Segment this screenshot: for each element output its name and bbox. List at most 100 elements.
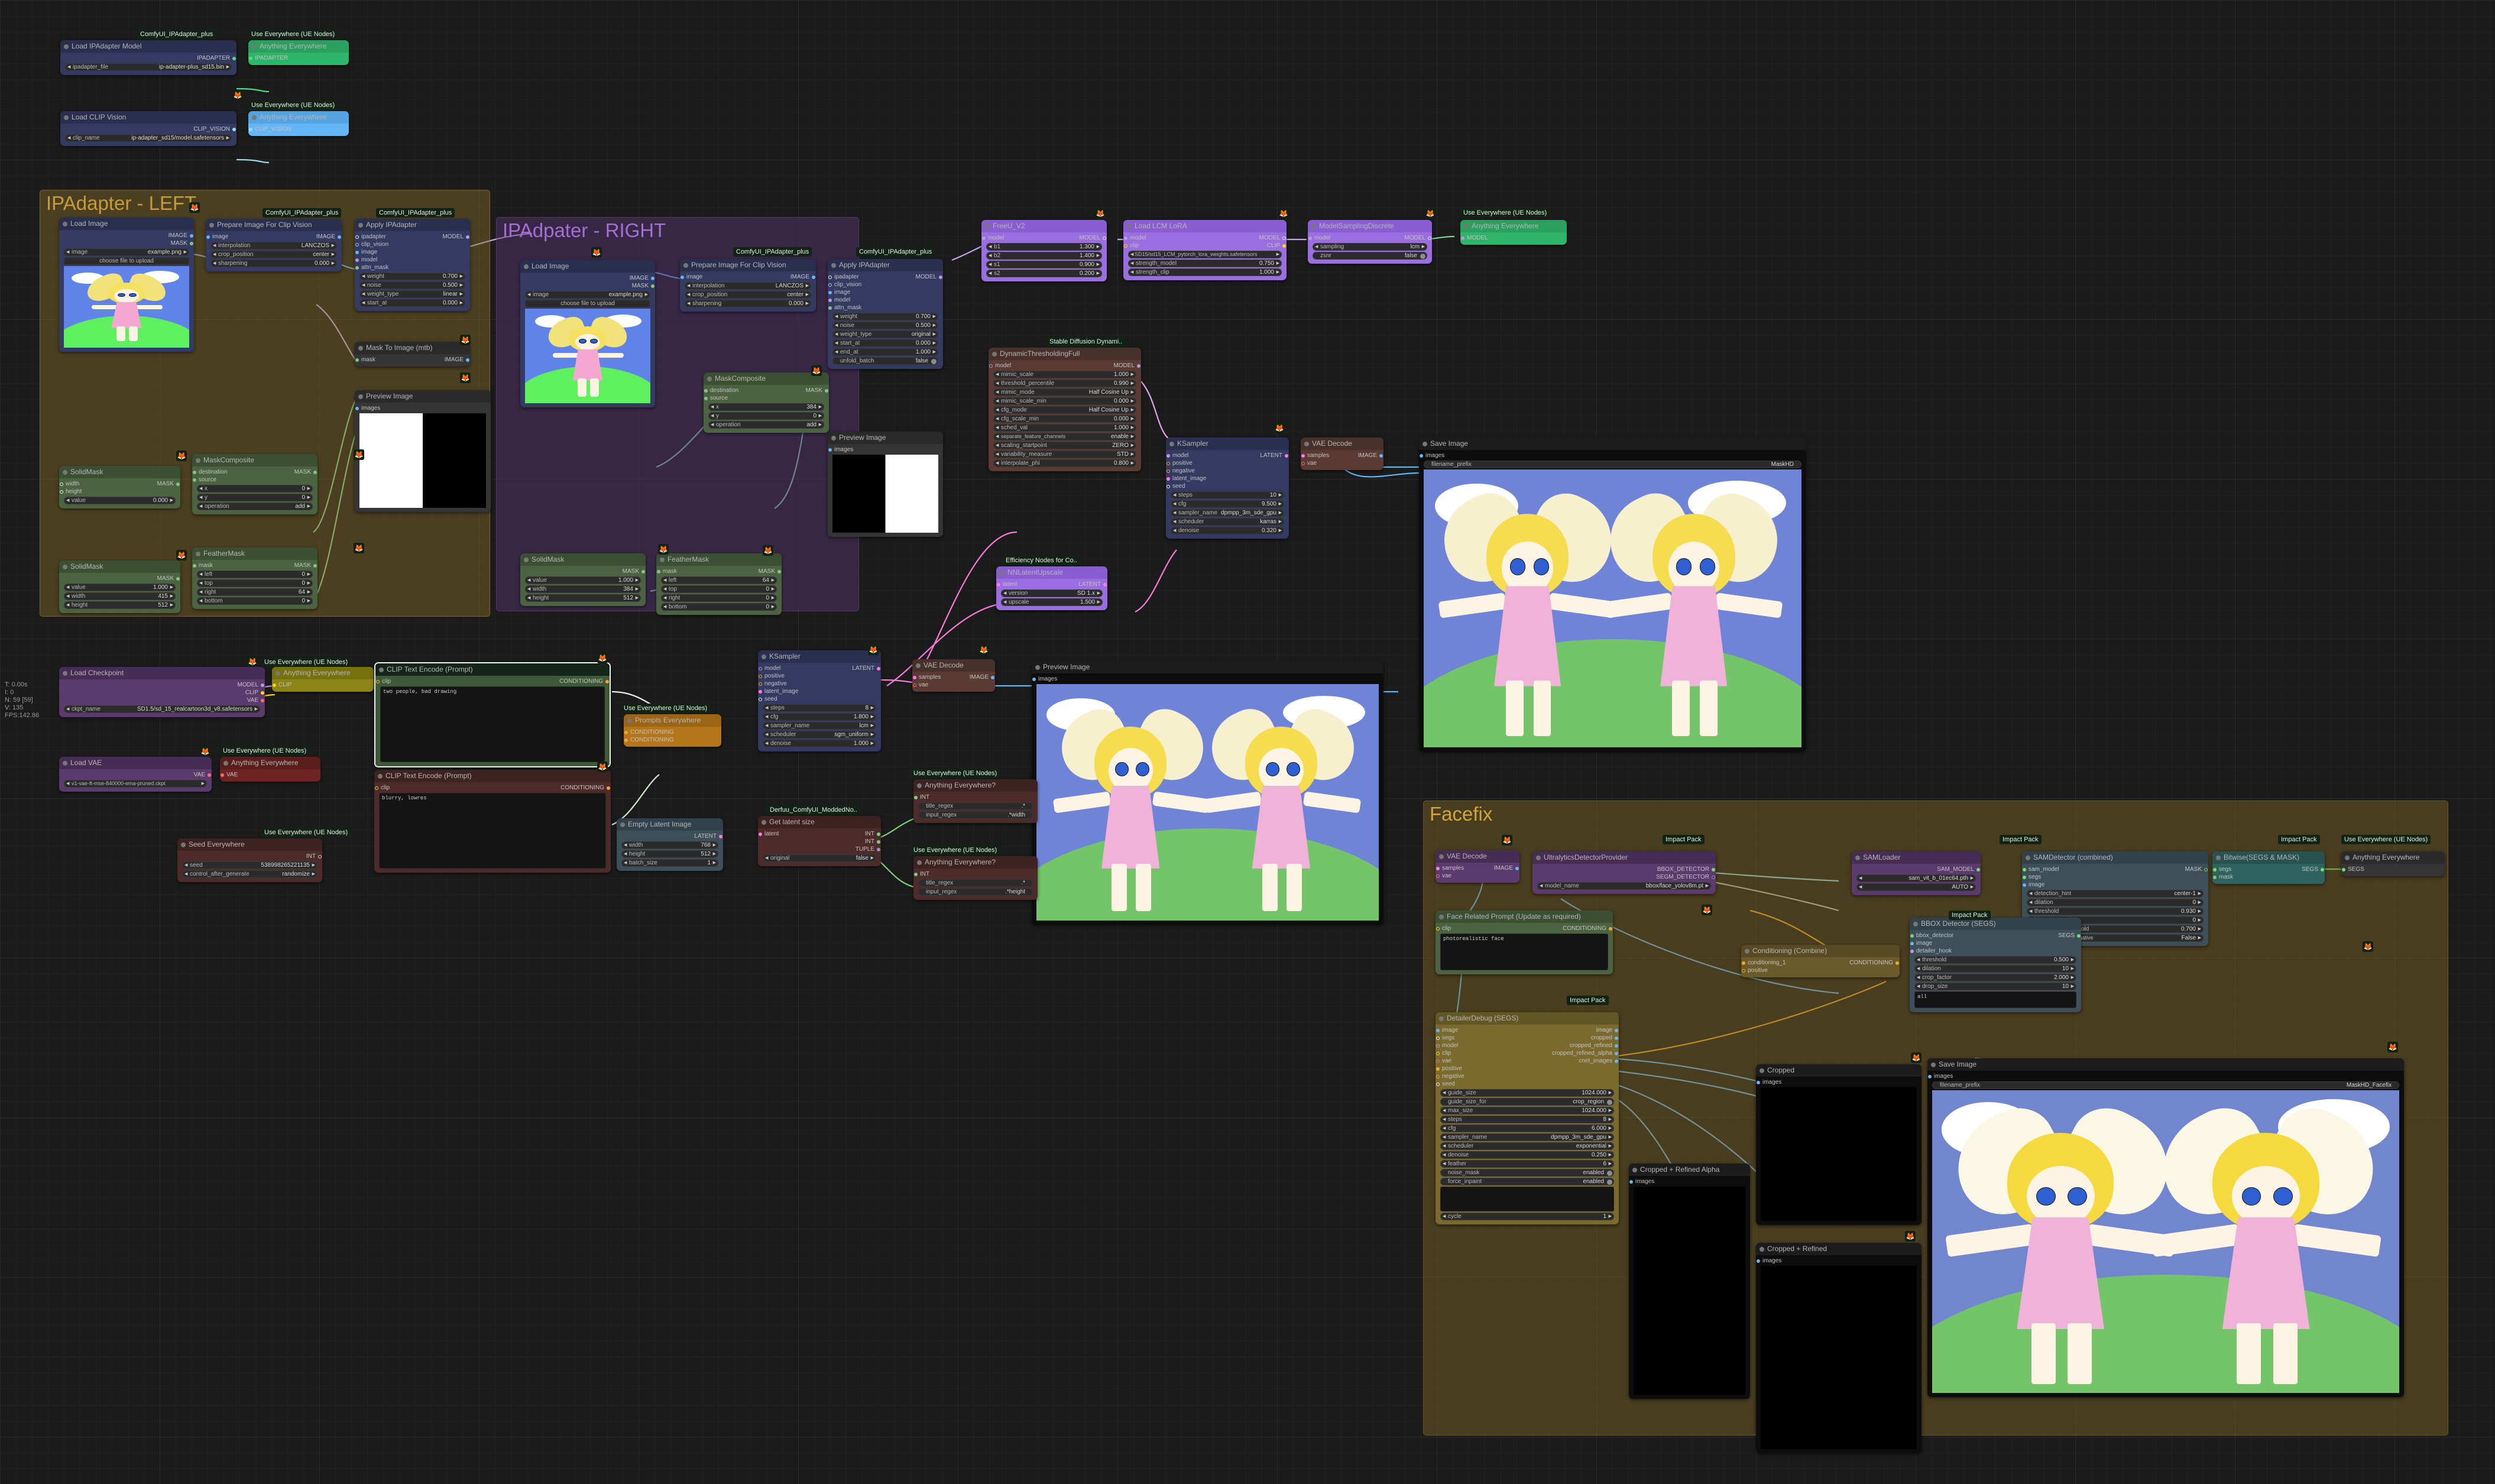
widget-end-at[interactable]: end_at1.000 xyxy=(832,348,938,356)
node-load-checkpoint[interactable]: Load Checkpoint MODEL CLIP VAE ckpt_name… xyxy=(59,667,265,717)
widget-model-name[interactable]: sam_vit_b_01ec64.pth xyxy=(1856,874,1976,882)
port-conditioning-2[interactable] xyxy=(624,738,628,742)
port-images[interactable] xyxy=(1032,677,1036,681)
widget-input-regex[interactable]: input_regex .*width xyxy=(918,811,1033,819)
widget-right[interactable]: right0 xyxy=(661,594,777,602)
port-mask[interactable] xyxy=(2213,875,2217,879)
widget-lora-name[interactable]: SD15/sd15_LCM_pytorch_lora_weights.safet… xyxy=(1128,251,1282,258)
port-mask[interactable] xyxy=(825,388,828,393)
port-int-2[interactable] xyxy=(877,840,880,844)
port-images[interactable] xyxy=(1757,1080,1760,1084)
port-clip-vision[interactable] xyxy=(249,127,252,131)
port-cropped[interactable] xyxy=(1615,1036,1618,1040)
port-mask[interactable] xyxy=(651,284,654,288)
node-conditioning-combine[interactable]: Conditioning (Combine) conditioning_1 CO… xyxy=(1741,945,1900,977)
port-clip[interactable] xyxy=(1124,244,1127,248)
widget-batch-size[interactable]: batch_size1 xyxy=(621,859,718,867)
port-model[interactable] xyxy=(1436,1044,1440,1048)
widget-bottom[interactable]: bottom0 xyxy=(661,603,777,611)
port-segm-detector[interactable] xyxy=(1712,875,1715,879)
port-negative[interactable] xyxy=(759,682,762,686)
port-model[interactable] xyxy=(759,666,762,670)
widget-sampling[interactable]: samplinglcm xyxy=(1313,243,1427,251)
widget-feather[interactable]: feather6 xyxy=(1440,1160,1614,1168)
node-preview-image-base[interactable]: Preview Image images xyxy=(1032,661,1383,925)
port-image-out[interactable] xyxy=(1615,1028,1618,1032)
port-model-out[interactable] xyxy=(1428,236,1431,240)
node-cropped-preview[interactable]: Cropped images xyxy=(1756,1064,1922,1225)
port-images[interactable] xyxy=(828,448,832,452)
widget-steps[interactable]: steps8 xyxy=(763,704,876,712)
port-tuple[interactable] xyxy=(877,847,880,851)
port-vae[interactable] xyxy=(1301,461,1305,465)
node-cropped-refined-alpha-preview[interactable]: Cropped + Refined Alpha images xyxy=(1629,1164,1750,1399)
widget-crop-position[interactable]: crop_positioncenter xyxy=(210,251,337,258)
node-ue-height[interactable]: Anything Everywhere? INT title_regex .* i… xyxy=(913,856,1038,900)
comfyui-canvas[interactable]: T: 0.00s I: 0 N: 59 [59] V: 135 FPS:142.… xyxy=(0,0,2495,1484)
node-prompts-everywhere[interactable]: Prompts Everywhere CONDITIONING CONDITIO… xyxy=(624,714,721,747)
port-model-out[interactable] xyxy=(939,275,942,279)
widget-width[interactable]: width415 xyxy=(64,592,176,600)
node-ue-ipadapter[interactable]: Anything Everywhere IPADAPTER xyxy=(248,40,349,65)
widget-right[interactable]: right64 xyxy=(197,588,313,596)
node-ultralytics-detector[interactable]: UltralyticsDetectorProvider BBOX_DETECTO… xyxy=(1532,851,1716,894)
port-int[interactable] xyxy=(914,795,918,799)
widget-left[interactable]: left0 xyxy=(197,571,313,578)
port-seed[interactable] xyxy=(1167,484,1170,488)
upload-button[interactable]: choose file to upload xyxy=(64,257,189,265)
widget-s2[interactable]: s20.200 xyxy=(986,270,1102,277)
widget-denoise[interactable]: denoise0.320 xyxy=(1171,527,1284,534)
port-clip-vision[interactable] xyxy=(355,242,359,247)
port-sam-model[interactable] xyxy=(2023,867,2026,871)
port-positive[interactable] xyxy=(1742,968,1745,973)
port-segs-out[interactable] xyxy=(2321,867,2324,871)
port-cnet-images[interactable] xyxy=(1615,1059,1618,1063)
widget-left[interactable]: left64 xyxy=(661,576,777,584)
port-samples[interactable] xyxy=(1436,866,1440,870)
node-model-sampling-discrete[interactable]: ModelSamplingDiscrete model MODEL sampli… xyxy=(1308,220,1432,264)
port-latent[interactable] xyxy=(1285,453,1288,458)
node-right-prepare-image[interactable]: Prepare Image For Clip Vision image IMAG… xyxy=(680,259,816,312)
widget-scheduler[interactable]: schedulerkarras xyxy=(1171,518,1284,526)
widget-height[interactable]: height512 xyxy=(64,601,176,609)
port-model[interactable] xyxy=(1461,236,1464,240)
detailer-wildcard-textarea[interactable] xyxy=(1440,1187,1614,1211)
widget-bottom[interactable]: bottom0 xyxy=(197,597,313,605)
port-segs[interactable] xyxy=(2342,867,2345,871)
widget-steps[interactable]: steps8 xyxy=(1440,1116,1614,1123)
port-model[interactable] xyxy=(1308,236,1312,240)
node-left-solidmask-2[interactable]: SolidMask MASK value1.000 width415 heigh… xyxy=(59,560,180,613)
widget-force-inpaint[interactable]: force_inpaint enabled xyxy=(1440,1178,1614,1185)
port-cropped-refined[interactable] xyxy=(1615,1044,1618,1048)
port-detailer-hook[interactable] xyxy=(1910,949,1914,953)
widget-filename-prefix[interactable]: filename_prefix MaskHD xyxy=(1424,461,1801,468)
widget-sched-val[interactable]: sched_val1.000 xyxy=(993,424,1136,432)
widget-top[interactable]: top0 xyxy=(661,585,777,593)
node-load-clip-vision[interactable]: Load CLIP Vision CLIP_VISION clip_name i… xyxy=(60,111,236,146)
widget-ckpt-name[interactable]: ckpt_nameSD1.5/sd_15_realcartoon3d_v8.sa… xyxy=(64,705,260,713)
port-model-out[interactable] xyxy=(1137,364,1140,368)
node-freeu-v2[interactable]: FreeU_V2 model MODEL b11.300 b21.400 s10… xyxy=(981,220,1107,281)
node-left-prepare-image[interactable]: Prepare Image For Clip Vision image IMAG… xyxy=(206,219,342,271)
port-mask-out[interactable] xyxy=(777,569,781,573)
widget-title-regex[interactable]: title_regex .* xyxy=(918,802,1033,810)
node-detailer-debug-segs[interactable]: DetailerDebug (SEGS) image image segs cr… xyxy=(1436,1012,1619,1224)
widget-filename-prefix[interactable]: filename_prefix MaskHD_Facefix xyxy=(1932,1081,2399,1089)
widget-crop-factor[interactable]: crop_factor2.000 xyxy=(1914,974,2076,981)
port-vae[interactable] xyxy=(208,773,211,777)
port-attn-mask[interactable] xyxy=(355,265,359,270)
port-model-out[interactable] xyxy=(1103,236,1106,240)
node-right-maskcomposite[interactable]: MaskComposite destination MASK source x3… xyxy=(704,372,829,433)
port-ipadapter[interactable] xyxy=(355,235,359,239)
port-latent[interactable] xyxy=(759,832,762,836)
port-image[interactable] xyxy=(991,675,994,679)
widget-cfg-scale-min[interactable]: cfg_scale_min0.000 xyxy=(993,415,1136,423)
widget-value[interactable]: value1.000 xyxy=(525,576,641,584)
widget-cycle[interactable]: cycle1 xyxy=(1440,1213,1614,1220)
port-positive[interactable] xyxy=(1436,1067,1440,1071)
widget-denoise[interactable]: denoise1.000 xyxy=(763,740,876,747)
port-images[interactable] xyxy=(1928,1074,1932,1078)
port-latent-image[interactable] xyxy=(759,689,762,694)
port-ipadapter[interactable] xyxy=(232,56,236,60)
port-mask[interactable] xyxy=(657,569,660,573)
